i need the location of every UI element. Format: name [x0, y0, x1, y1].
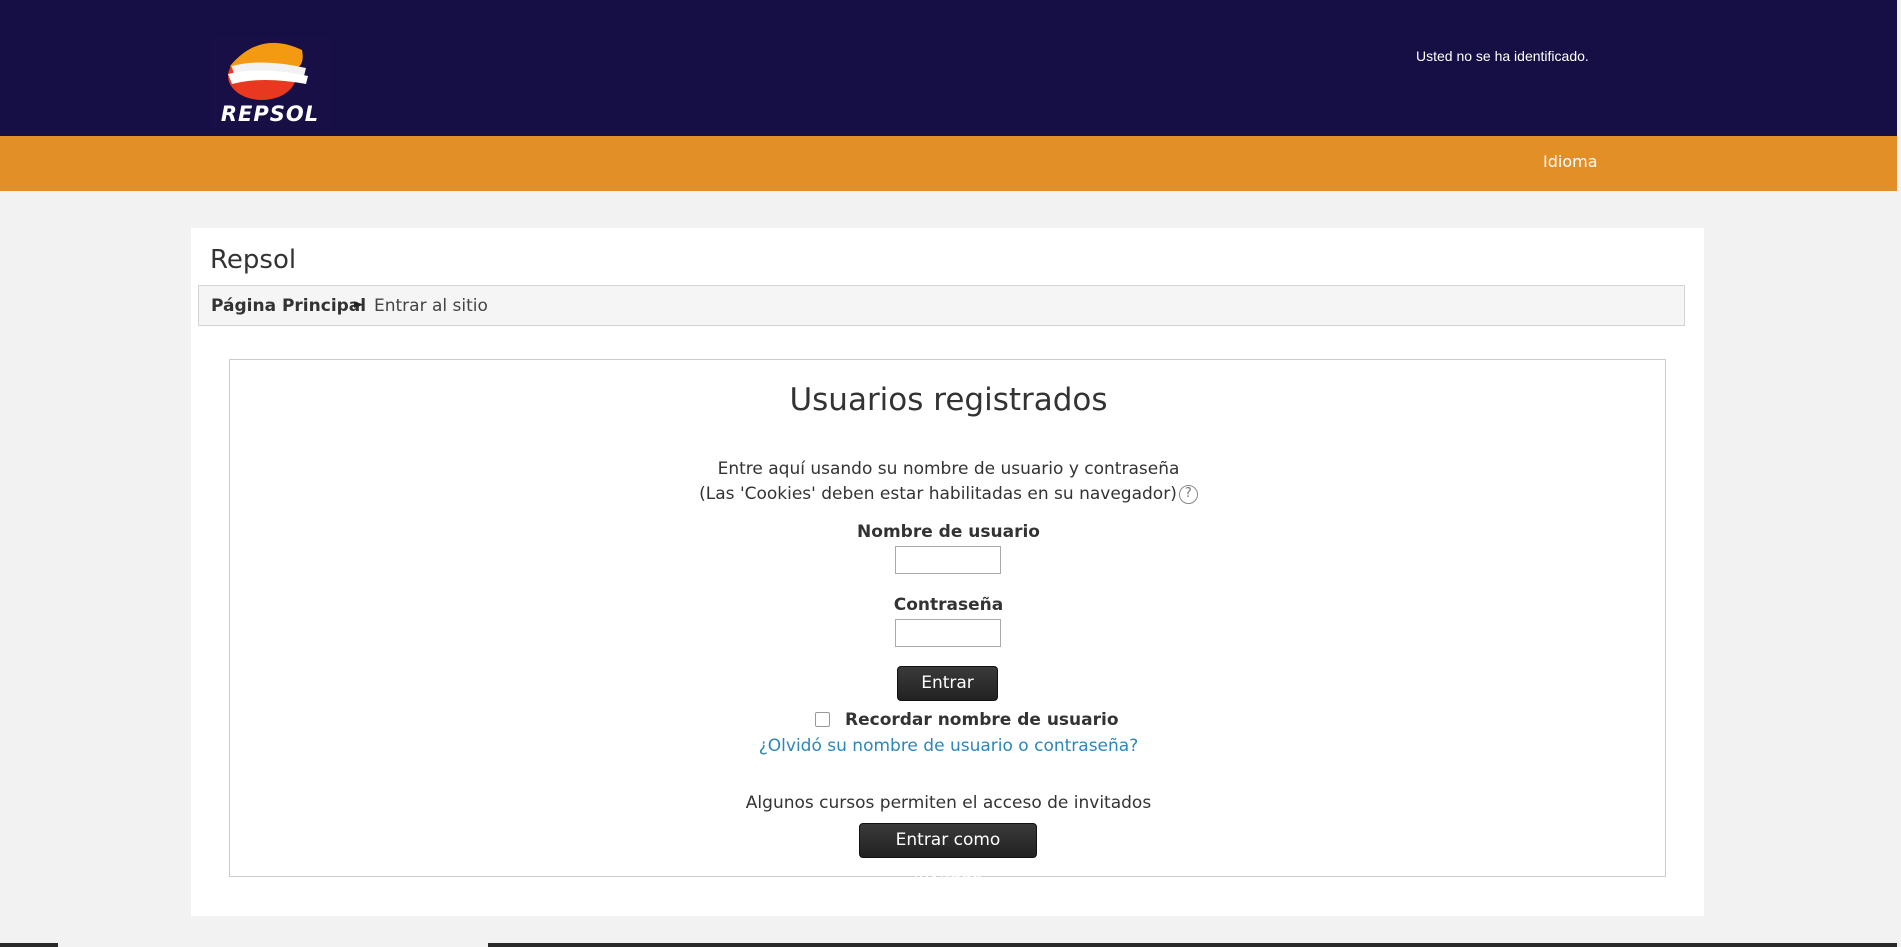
password-input[interactable] [895, 619, 1001, 647]
cookies-note: (Las 'Cookies' deben estar habilitadas e… [699, 484, 1177, 504]
repsol-logo[interactable]: REPSOL [210, 36, 330, 128]
breadcrumb-separator-icon: ► [354, 297, 364, 312]
logo-wordmark: REPSOL [220, 102, 320, 126]
username-label: Nombre de usuario [857, 522, 1040, 542]
login-status-text: Usted no se ha identificado. [1416, 48, 1589, 64]
login-instructions-line2: (Las 'Cookies' deben estar habilitadas e… [230, 482, 1667, 507]
guest-login-button[interactable]: Entrar como invitado [859, 823, 1037, 883]
site-header: REPSOL Usted no se ha identificado. [0, 0, 1897, 136]
taskbar-edge-left [0, 943, 58, 947]
password-label: Contraseña [893, 595, 1004, 615]
login-instructions-line1: Entre aquí usando su nombre de usuario y… [717, 459, 1180, 479]
nav-bar [0, 136, 1897, 191]
taskbar-edge-right [488, 943, 1897, 947]
breadcrumb-current: Entrar al sitio [374, 296, 488, 316]
help-icon[interactable]: ? [1178, 484, 1198, 504]
guest-access-note: Algunos cursos permiten el acceso de inv… [745, 793, 1152, 813]
login-heading: Usuarios registrados [789, 382, 1108, 418]
remember-username-checkbox[interactable] [815, 712, 830, 727]
forgot-password-link[interactable]: ¿Olvidó su nombre de usuario o contraseñ… [230, 736, 1667, 756]
remember-username-label[interactable]: Recordar nombre de usuario [845, 710, 1119, 730]
repsol-logo-emblem [228, 42, 308, 100]
login-instructions: Entre aquí usando su nombre de usuario y… [230, 457, 1667, 507]
login-button[interactable]: Entrar [897, 666, 998, 701]
page-title: Repsol [210, 245, 297, 275]
language-menu[interactable]: Idioma [1543, 152, 1598, 171]
login-panel: Usuarios registrados Entre aquí usando s… [229, 359, 1667, 883]
breadcrumb: Página Principal ► Entrar al sitio [198, 285, 1685, 326]
username-input[interactable] [895, 546, 1001, 574]
breadcrumb-home-link[interactable]: Página Principal [211, 296, 366, 316]
